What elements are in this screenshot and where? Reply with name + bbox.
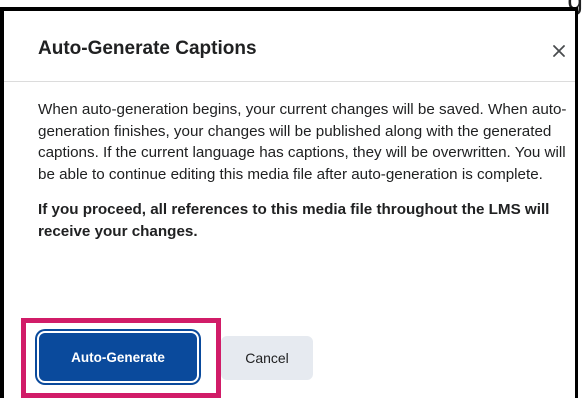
dialog-title: Auto-Generate Captions	[38, 38, 257, 59]
page: g Auto-Generate Captions When auto-gener…	[0, 0, 585, 398]
dialog-warning: If you proceed, all references to this m…	[38, 201, 550, 240]
auto-generate-button[interactable]: Auto-Generate	[39, 333, 197, 381]
dialog-message: When auto-generation begins, your curren…	[38, 101, 567, 183]
dialog-body: When auto-generation begins, your curren…	[38, 99, 568, 242]
close-icon	[549, 41, 569, 61]
header-divider	[4, 81, 575, 82]
close-button[interactable]	[549, 41, 569, 61]
dialog-header: Auto-Generate Captions	[4, 11, 575, 81]
cancel-button[interactable]: Cancel	[221, 336, 313, 380]
